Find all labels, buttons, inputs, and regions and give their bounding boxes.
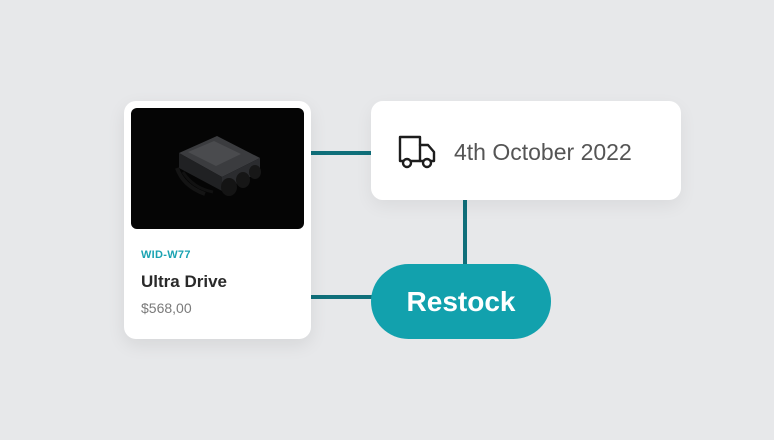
product-image bbox=[131, 108, 304, 229]
connector-line-date-to-restock bbox=[463, 198, 467, 266]
product-name: Ultra Drive bbox=[141, 272, 227, 291]
delivery-date: 4th October 2022 bbox=[454, 139, 632, 165]
restock-button[interactable]: Restock bbox=[371, 264, 551, 339]
delivery-date-card: 4th October 2022 bbox=[371, 101, 681, 200]
product-device-image bbox=[175, 136, 261, 196]
product-price: $568,00 bbox=[141, 300, 192, 316]
truck-icon bbox=[397, 131, 437, 171]
product-sku: WID-W77 bbox=[141, 249, 191, 261]
connector-line-product-to-date bbox=[304, 151, 372, 155]
connector-line-product-to-restock bbox=[304, 295, 374, 299]
product-card[interactable]: WID-W77 Ultra Drive $568,00 bbox=[124, 101, 311, 339]
